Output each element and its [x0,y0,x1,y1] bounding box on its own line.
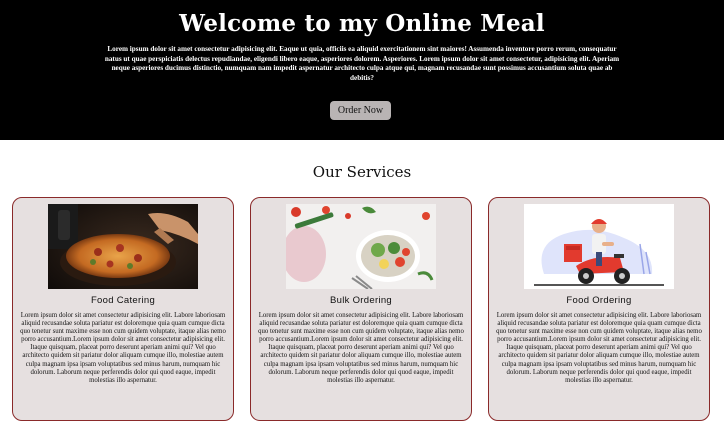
hero-banner: Welcome to my Online Meal Lorem ipsum do… [0,0,724,140]
card-title: Food Catering [90,295,156,306]
service-card-bulk-ordering: Bulk Ordering Lorem ipsum dolor sit amet… [250,197,472,421]
services-heading: Our Services [312,163,412,181]
card-text: Lorem ipsum dolor sit amet consectetur a… [258,312,464,384]
delivery-scooter-image [524,204,674,289]
card-title: Food Ordering [566,295,632,306]
order-now-button[interactable]: Order Now [330,101,391,120]
card-title: Bulk Ordering [330,295,392,306]
service-card-food-ordering: Food Ordering Lorem ipsum dolor sit amet… [488,197,710,421]
hero-title: Welcome to my Online Meal [179,10,545,37]
salad-bowl-image [286,204,436,289]
pizza-image [48,204,198,289]
service-card-food-catering: Food Catering Lorem ipsum dolor sit amet… [12,197,234,421]
card-text: Lorem ipsum dolor sit amet consectetur a… [20,312,226,384]
card-text: Lorem ipsum dolor sit amet consectetur a… [496,312,702,384]
hero-description: Lorem ipsum dolor sit amet consectetur a… [104,45,620,82]
